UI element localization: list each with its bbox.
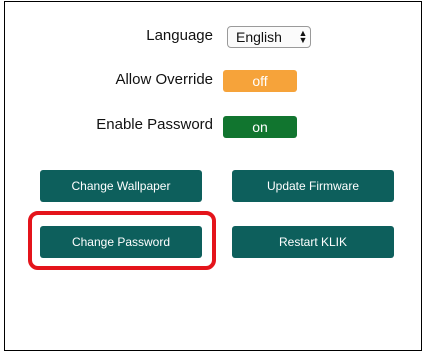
language-select-value: English (236, 29, 282, 45)
language-label: Language (146, 27, 213, 44)
allow-override-label: Allow Override (115, 71, 213, 88)
enable-password-label: Enable Password (96, 116, 213, 133)
enable-password-toggle[interactable]: on (223, 116, 297, 138)
change-password-button[interactable]: Change Password (40, 226, 202, 258)
language-select[interactable]: English ▲ ▼ (227, 26, 311, 48)
update-firmware-button[interactable]: Update Firmware (232, 170, 394, 202)
change-wallpaper-button[interactable]: Change Wallpaper (40, 170, 202, 202)
allow-override-toggle[interactable]: off (223, 70, 297, 92)
restart-klik-button[interactable]: Restart KLIK (232, 226, 394, 258)
select-arrows-icon: ▲ ▼ (298, 28, 308, 45)
settings-panel: Language English ▲ ▼ Allow Override off E… (4, 1, 422, 351)
